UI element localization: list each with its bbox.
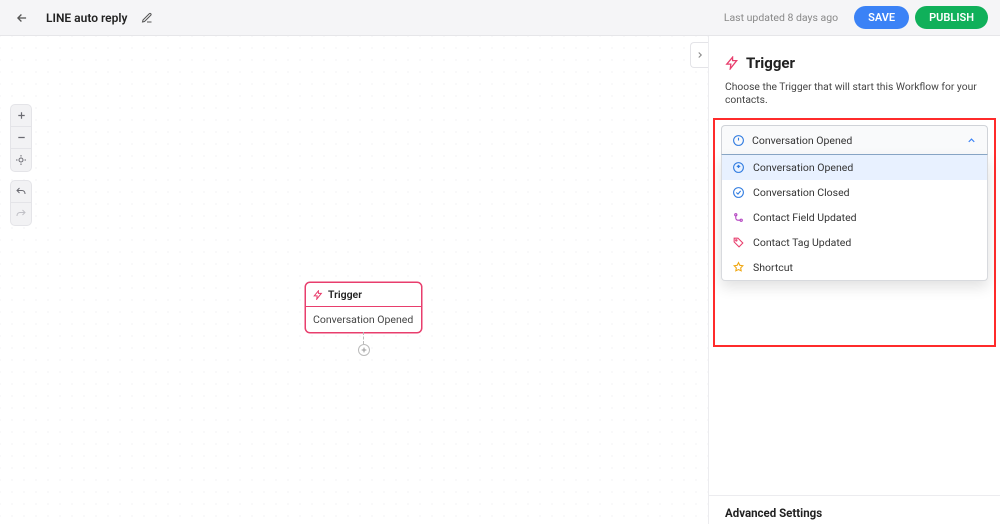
trigger-dropdown: Conversation Opened Conversation Closed Co… <box>721 155 988 281</box>
node-connector <box>358 332 370 356</box>
edit-title-button[interactable] <box>141 12 153 24</box>
publish-button[interactable]: PUBLISH <box>915 6 988 29</box>
pencil-icon <box>141 12 153 24</box>
trigger-node[interactable]: Trigger Conversation Opened <box>305 282 422 333</box>
workflow-title: LINE auto reply <box>46 11 127 25</box>
trigger-option-label: Conversation Opened <box>753 161 853 174</box>
fit-view-button[interactable] <box>11 149 31 171</box>
tag-icon <box>732 236 745 249</box>
plus-icon <box>16 110 27 121</box>
conversation-opened-icon <box>732 134 745 147</box>
minus-icon <box>16 132 27 143</box>
redo-button[interactable] <box>11 203 31 225</box>
trigger-select[interactable]: Conversation Opened <box>721 125 988 155</box>
zoom-in-button[interactable] <box>11 105 31 127</box>
trigger-select-highlight: Conversation Opened Conversation OpenedC… <box>713 118 996 347</box>
canvas-tool-rail <box>10 104 32 234</box>
trigger-option-label: Conversation Closed <box>753 186 850 199</box>
back-button[interactable] <box>12 8 32 28</box>
workflow-canvas[interactable]: Trigger Conversation Opened <box>0 36 708 524</box>
trigger-option[interactable]: Contact Field Updated <box>722 205 987 230</box>
shortcut-icon <box>732 261 745 274</box>
bolt-icon <box>313 290 323 300</box>
panel-description: Choose the Trigger that will start this … <box>709 80 1000 118</box>
trigger-option[interactable]: Shortcut <box>722 255 987 280</box>
trigger-option-label: Contact Tag Updated <box>753 236 851 249</box>
chevron-up-icon <box>966 135 977 146</box>
save-button[interactable]: SAVE <box>854 6 909 29</box>
trigger-node-title: Trigger <box>328 288 362 301</box>
trigger-select-value: Conversation Opened <box>752 134 959 147</box>
redo-icon <box>15 208 27 220</box>
field-icon <box>732 211 745 224</box>
trigger-option[interactable]: Conversation Closed <box>722 180 987 205</box>
last-updated-text: Last updated 8 days ago <box>724 11 838 24</box>
advanced-settings-label: Advanced Settings <box>725 506 984 520</box>
add-step-button[interactable] <box>358 344 370 356</box>
plus-icon <box>360 346 368 354</box>
arrow-left-icon <box>15 11 29 25</box>
chevron-right-icon <box>695 50 705 60</box>
collapse-panel-button[interactable] <box>690 42 708 68</box>
trigger-option-label: Shortcut <box>753 261 793 274</box>
top-bar: LINE auto reply Last updated 8 days ago … <box>0 0 1000 36</box>
undo-button[interactable] <box>11 181 31 203</box>
trigger-panel: Trigger Choose the Trigger that will sta… <box>708 36 1000 524</box>
convo-open-icon <box>732 161 745 174</box>
trigger-option[interactable]: Conversation Opened <box>722 155 987 180</box>
trigger-option[interactable]: Contact Tag Updated <box>722 230 987 255</box>
trigger-option-label: Contact Field Updated <box>753 211 857 224</box>
crosshair-icon <box>15 154 27 166</box>
convo-close-icon <box>732 186 745 199</box>
advanced-settings-section[interactable]: Advanced Settings <box>709 495 1000 524</box>
undo-icon <box>15 186 27 198</box>
panel-title: Trigger <box>746 54 795 72</box>
trigger-node-header: Trigger <box>306 283 421 307</box>
bolt-icon <box>725 56 739 70</box>
zoom-out-button[interactable] <box>11 127 31 149</box>
canvas-background <box>0 36 708 524</box>
trigger-node-body: Conversation Opened <box>306 307 421 332</box>
